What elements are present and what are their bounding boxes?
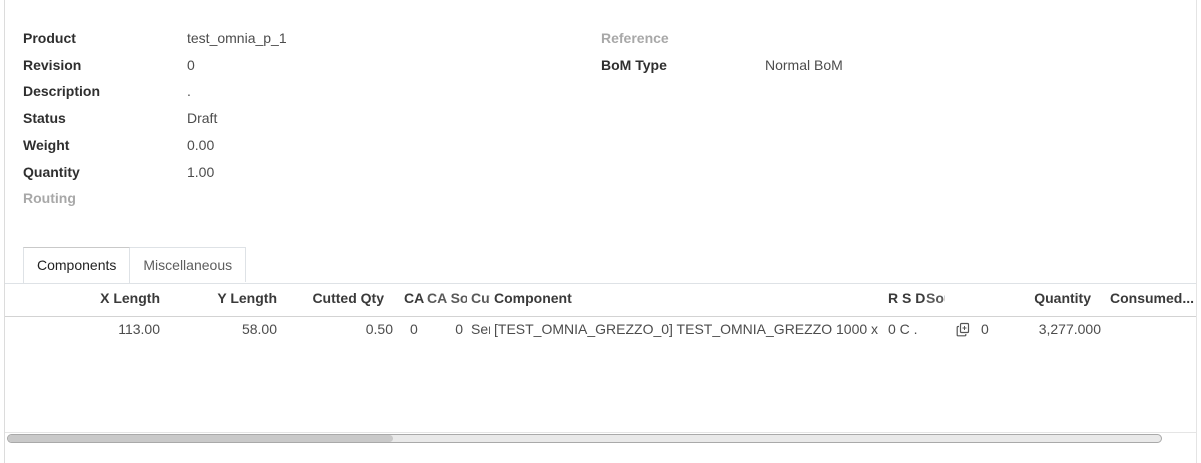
product-label: Product bbox=[23, 30, 76, 46]
revision-value[interactable]: 0 bbox=[187, 57, 195, 73]
horizontal-scrollbar[interactable] bbox=[7, 434, 1162, 443]
sheet-left-border bbox=[4, 0, 5, 463]
tab-components[interactable]: Components bbox=[23, 247, 131, 283]
cell-ca-so[interactable]: 0 bbox=[440, 321, 463, 337]
col-header-x-length[interactable]: X Length bbox=[60, 290, 160, 306]
product-value[interactable]: test_omnia_p_1 bbox=[187, 30, 287, 46]
col-header-rsd[interactable]: R S D bbox=[888, 290, 928, 306]
cell-cut[interactable]: Ser bbox=[471, 321, 490, 337]
description-label: Description bbox=[23, 83, 101, 99]
cell-quantity[interactable]: 3,277.000 bbox=[1000, 321, 1101, 337]
table-header-separator bbox=[5, 316, 1196, 317]
bom-type-label: BoM Type bbox=[601, 57, 667, 73]
revision-label: Revision bbox=[23, 57, 82, 73]
col-header-y-length[interactable]: Y Length bbox=[177, 290, 277, 306]
cell-rsd[interactable]: 0 C . bbox=[888, 321, 933, 337]
tab-miscellaneous[interactable]: Miscellaneous bbox=[130, 247, 247, 282]
col-header-ca[interactable]: CA bbox=[404, 290, 424, 306]
cell-count[interactable]: 0 bbox=[981, 321, 996, 337]
sheet-right-border bbox=[1196, 0, 1197, 463]
col-header-ca-so[interactable]: CA So bbox=[427, 290, 467, 306]
col-header-quantity[interactable]: Quantity bbox=[990, 290, 1091, 306]
bom-type-value[interactable]: Normal BoM bbox=[765, 57, 843, 73]
col-header-cut[interactable]: Cut bbox=[471, 290, 490, 306]
col-header-consumed[interactable]: Consumed... bbox=[1110, 290, 1196, 306]
col-header-source[interactable]: Source bbox=[926, 290, 945, 306]
reference-label: Reference bbox=[601, 30, 669, 46]
notebook-tabs: Components Miscellaneous bbox=[23, 247, 247, 283]
table-bottom-border bbox=[5, 432, 1196, 433]
cell-y-length[interactable]: 58.00 bbox=[177, 321, 277, 337]
quantity-label: Quantity bbox=[23, 164, 80, 180]
scrollbar-thumb[interactable] bbox=[8, 435, 393, 442]
quantity-value[interactable]: 1.00 bbox=[187, 164, 214, 180]
cell-component[interactable]: [TEST_OMNIA_GREZZO_0] TEST_OMNIA_GREZZO … bbox=[494, 321, 882, 337]
cell-ca[interactable]: 0 bbox=[410, 321, 425, 337]
col-header-component[interactable]: Component bbox=[494, 290, 694, 306]
status-label: Status bbox=[23, 110, 66, 126]
cell-cutted-qty[interactable]: 0.50 bbox=[293, 321, 393, 337]
col-header-cutted-qty[interactable]: Cutted Qty bbox=[284, 290, 384, 306]
weight-label: Weight bbox=[23, 137, 70, 153]
copy-icon[interactable] bbox=[956, 322, 970, 337]
status-value[interactable]: Draft bbox=[187, 110, 217, 126]
cell-x-length[interactable]: 113.00 bbox=[60, 321, 160, 337]
tabs-underline bbox=[5, 283, 1196, 284]
routing-label: Routing bbox=[23, 190, 76, 206]
description-value[interactable]: . bbox=[187, 83, 191, 99]
weight-value[interactable]: 0.00 bbox=[187, 137, 214, 153]
